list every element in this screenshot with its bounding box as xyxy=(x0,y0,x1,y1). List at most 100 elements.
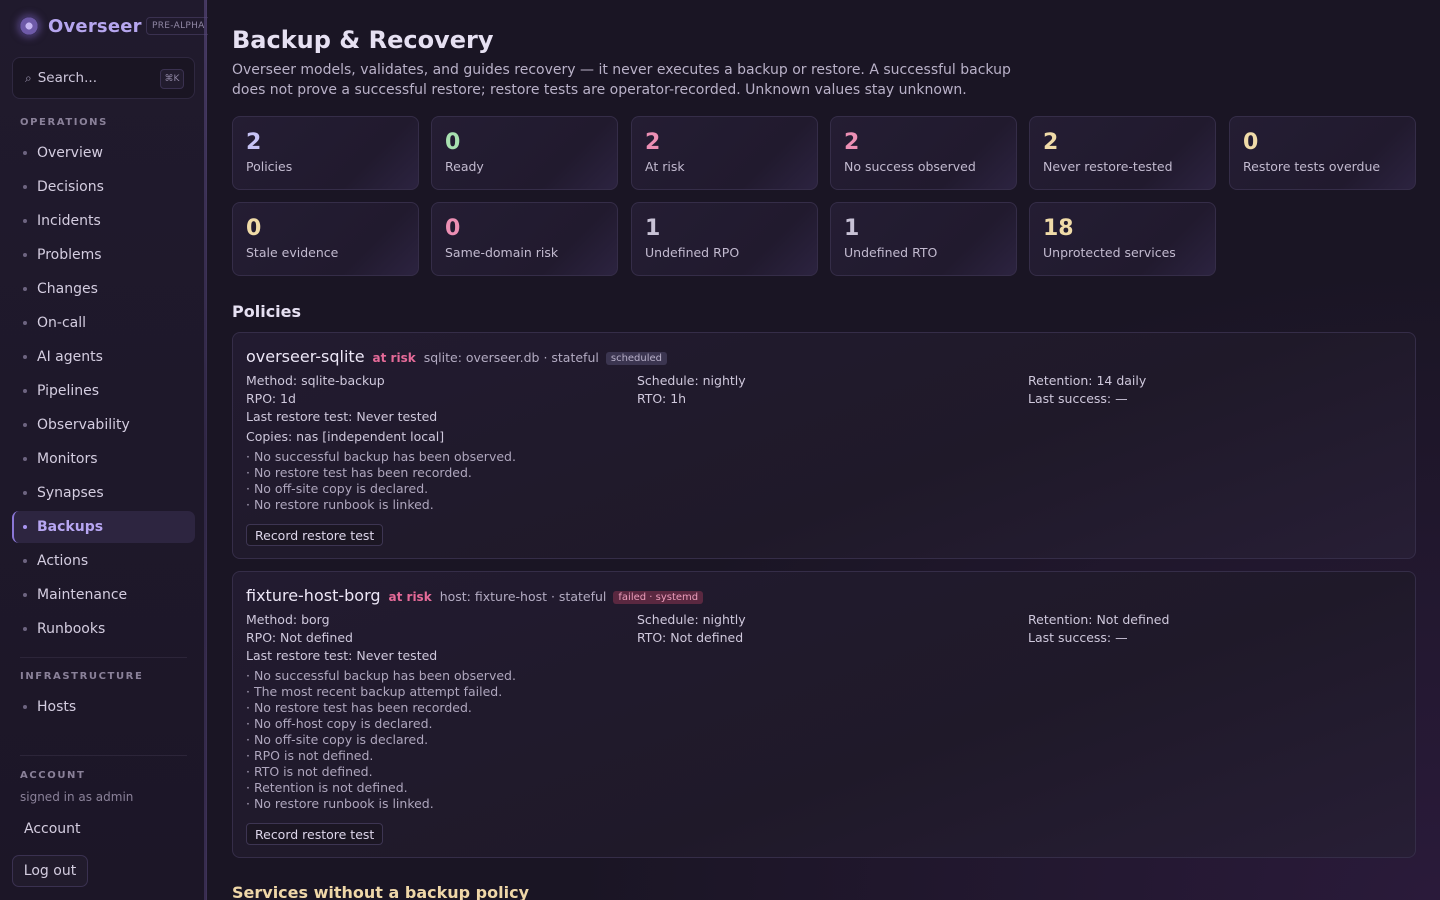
sidebar-item-label: Decisions xyxy=(37,179,104,195)
policy-retention: Retention: Not defined xyxy=(1028,612,1170,627)
stat-label: Never restore-tested xyxy=(1043,159,1173,174)
sidebar-item-ai-agents[interactable]: AI agents xyxy=(12,341,195,373)
sidebar-item-overview[interactable]: Overview xyxy=(12,137,195,169)
bullet-icon xyxy=(23,253,27,257)
stat-label: No success observed xyxy=(844,159,976,174)
bullet-icon xyxy=(23,185,27,189)
sidebar-item-maintenance[interactable]: Maintenance xyxy=(12,579,195,611)
stat-value: 1 xyxy=(645,216,661,241)
stat-label: At risk xyxy=(645,159,685,174)
policy-issue: · No restore test has been recorded. xyxy=(246,700,472,715)
policy-tag: failed · systemd xyxy=(613,591,704,604)
stat-card-restore-tests-overdue: 0 Restore tests overdue xyxy=(1229,116,1416,190)
bullet-icon xyxy=(23,593,27,597)
policy-card-fixture-host-borg: fixture-host-borg at risk host: fixture-… xyxy=(232,571,1416,858)
policy-issue: · Retention is not defined. xyxy=(246,780,408,795)
brand[interactable]: Overseer xyxy=(18,14,142,38)
sidebar-item-hosts[interactable]: Hosts xyxy=(12,691,195,723)
stat-card-unprotected-services: 18 Unprotected services xyxy=(1029,202,1216,276)
page-title: Backup & Recovery xyxy=(232,26,494,54)
sidebar-item-label: Incidents xyxy=(37,213,101,229)
sidebar-item-incidents[interactable]: Incidents xyxy=(12,205,195,237)
sidebar-item-synapses[interactable]: Synapses xyxy=(12,477,195,509)
stat-value: 0 xyxy=(246,216,262,241)
search-input[interactable] xyxy=(37,70,148,86)
pre-alpha-badge: PRE-ALPHA xyxy=(146,17,211,35)
sidebar-item-label: Overview xyxy=(37,145,103,161)
stat-label: Undefined RTO xyxy=(844,245,938,260)
policy-last-success: Last success: — xyxy=(1028,630,1128,645)
policy-schedule: Schedule: nightly xyxy=(637,373,746,388)
stat-value: 0 xyxy=(445,130,461,155)
stat-card-policies: 2 Policies xyxy=(232,116,419,190)
bullet-icon xyxy=(23,219,27,223)
bullet-icon xyxy=(23,525,27,529)
record-restore-test-button[interactable]: Record restore test xyxy=(246,823,384,845)
bullet-icon xyxy=(23,321,27,325)
policy-schedule: Schedule: nightly xyxy=(637,612,746,627)
bullet-icon xyxy=(23,559,27,563)
stat-card-undefined-rto: 1 Undefined RTO xyxy=(830,202,1017,276)
sidebar-item-label: Monitors xyxy=(37,451,98,467)
stat-label: Ready xyxy=(445,159,484,174)
app-name: Overseer xyxy=(48,15,142,37)
sidebar-item-changes[interactable]: Changes xyxy=(12,273,195,305)
policy-issue: · No successful backup has been observed… xyxy=(246,449,516,464)
policy-rto: RTO: 1h xyxy=(637,391,687,406)
sidebar-item-problems[interactable]: Problems xyxy=(12,239,195,271)
sidebar-item-actions[interactable]: Actions xyxy=(12,545,195,577)
sidebar-item-label: Problems xyxy=(37,247,102,263)
sidebar-item-backups[interactable]: Backups xyxy=(12,511,195,543)
stat-card-same-domain-risk: 0 Same-domain risk xyxy=(431,202,618,276)
sidebar-item-observability[interactable]: Observability xyxy=(12,409,195,441)
infrastructure-section-label: INFRASTRUCTURE xyxy=(20,671,144,682)
policy-last-restore-test: Last restore test: Never tested xyxy=(246,409,438,424)
sidebar-item-label: Maintenance xyxy=(37,587,128,603)
policy-issue: · RPO is not defined. xyxy=(246,748,374,763)
stat-label: Restore tests overdue xyxy=(1243,159,1381,174)
stat-label: Unprotected services xyxy=(1043,245,1176,260)
policy-header: fixture-host-borg at risk host: fixture-… xyxy=(246,586,704,605)
policy-rpo: RPO: 1d xyxy=(246,391,296,406)
stat-card-ready: 0 Ready xyxy=(431,116,618,190)
logout-button[interactable]: Log out xyxy=(12,855,88,887)
stat-value: 2 xyxy=(1043,130,1059,155)
policies-heading: Policies xyxy=(232,302,302,321)
search-box[interactable]: ⌕ ⌘K xyxy=(12,57,195,99)
sidebar-item-label: AI agents xyxy=(37,349,103,365)
policy-retention: Retention: 14 daily xyxy=(1028,373,1147,388)
policy-status: at risk xyxy=(388,590,432,604)
sidebar-divider xyxy=(20,755,187,756)
sidebar-item-monitors[interactable]: Monitors xyxy=(12,443,195,475)
sidebar-item-on-call[interactable]: On-call xyxy=(12,307,195,339)
sidebar-item-pipelines[interactable]: Pipelines xyxy=(12,375,195,407)
sidebar-item-label: Observability xyxy=(37,417,130,433)
stat-card-stale-evidence: 0 Stale evidence xyxy=(232,202,419,276)
sidebar-item-label: On-call xyxy=(37,315,86,331)
stat-value: 2 xyxy=(844,130,860,155)
policy-issue: · No successful backup has been observed… xyxy=(246,668,516,683)
sidebar-item-decisions[interactable]: Decisions xyxy=(12,171,195,203)
sidebar: Overseer PRE-ALPHA ⌕ ⌘K OPERATIONS Overv… xyxy=(0,0,211,900)
policy-last-restore-test: Last restore test: Never tested xyxy=(246,648,438,663)
policy-issue: · No restore test has been recorded. xyxy=(246,465,472,480)
sidebar-item-label: Pipelines xyxy=(37,383,100,399)
policy-method: Method: borg xyxy=(246,612,330,627)
sidebar-item-runbooks[interactable]: Runbooks xyxy=(12,613,195,645)
policy-issue: · No restore runbook is linked. xyxy=(246,497,434,512)
stat-value: 0 xyxy=(1243,130,1259,155)
operations-section-label: OPERATIONS xyxy=(20,117,108,128)
sidebar-divider xyxy=(20,657,187,658)
stat-value: 1 xyxy=(844,216,860,241)
account-link[interactable]: Account xyxy=(24,821,81,837)
bullet-icon xyxy=(23,151,27,155)
stat-value: 0 xyxy=(445,216,461,241)
record-restore-test-button[interactable]: Record restore test xyxy=(246,524,384,546)
stat-card-no-success-observed: 2 No success observed xyxy=(830,116,1017,190)
unprotected-services-heading: Services without a backup policy xyxy=(232,883,529,900)
policy-status: at risk xyxy=(372,351,416,365)
bullet-icon xyxy=(23,423,27,427)
stat-value: 2 xyxy=(645,130,661,155)
signed-in-text: signed in as admin xyxy=(20,790,134,804)
bullet-icon xyxy=(23,287,27,291)
